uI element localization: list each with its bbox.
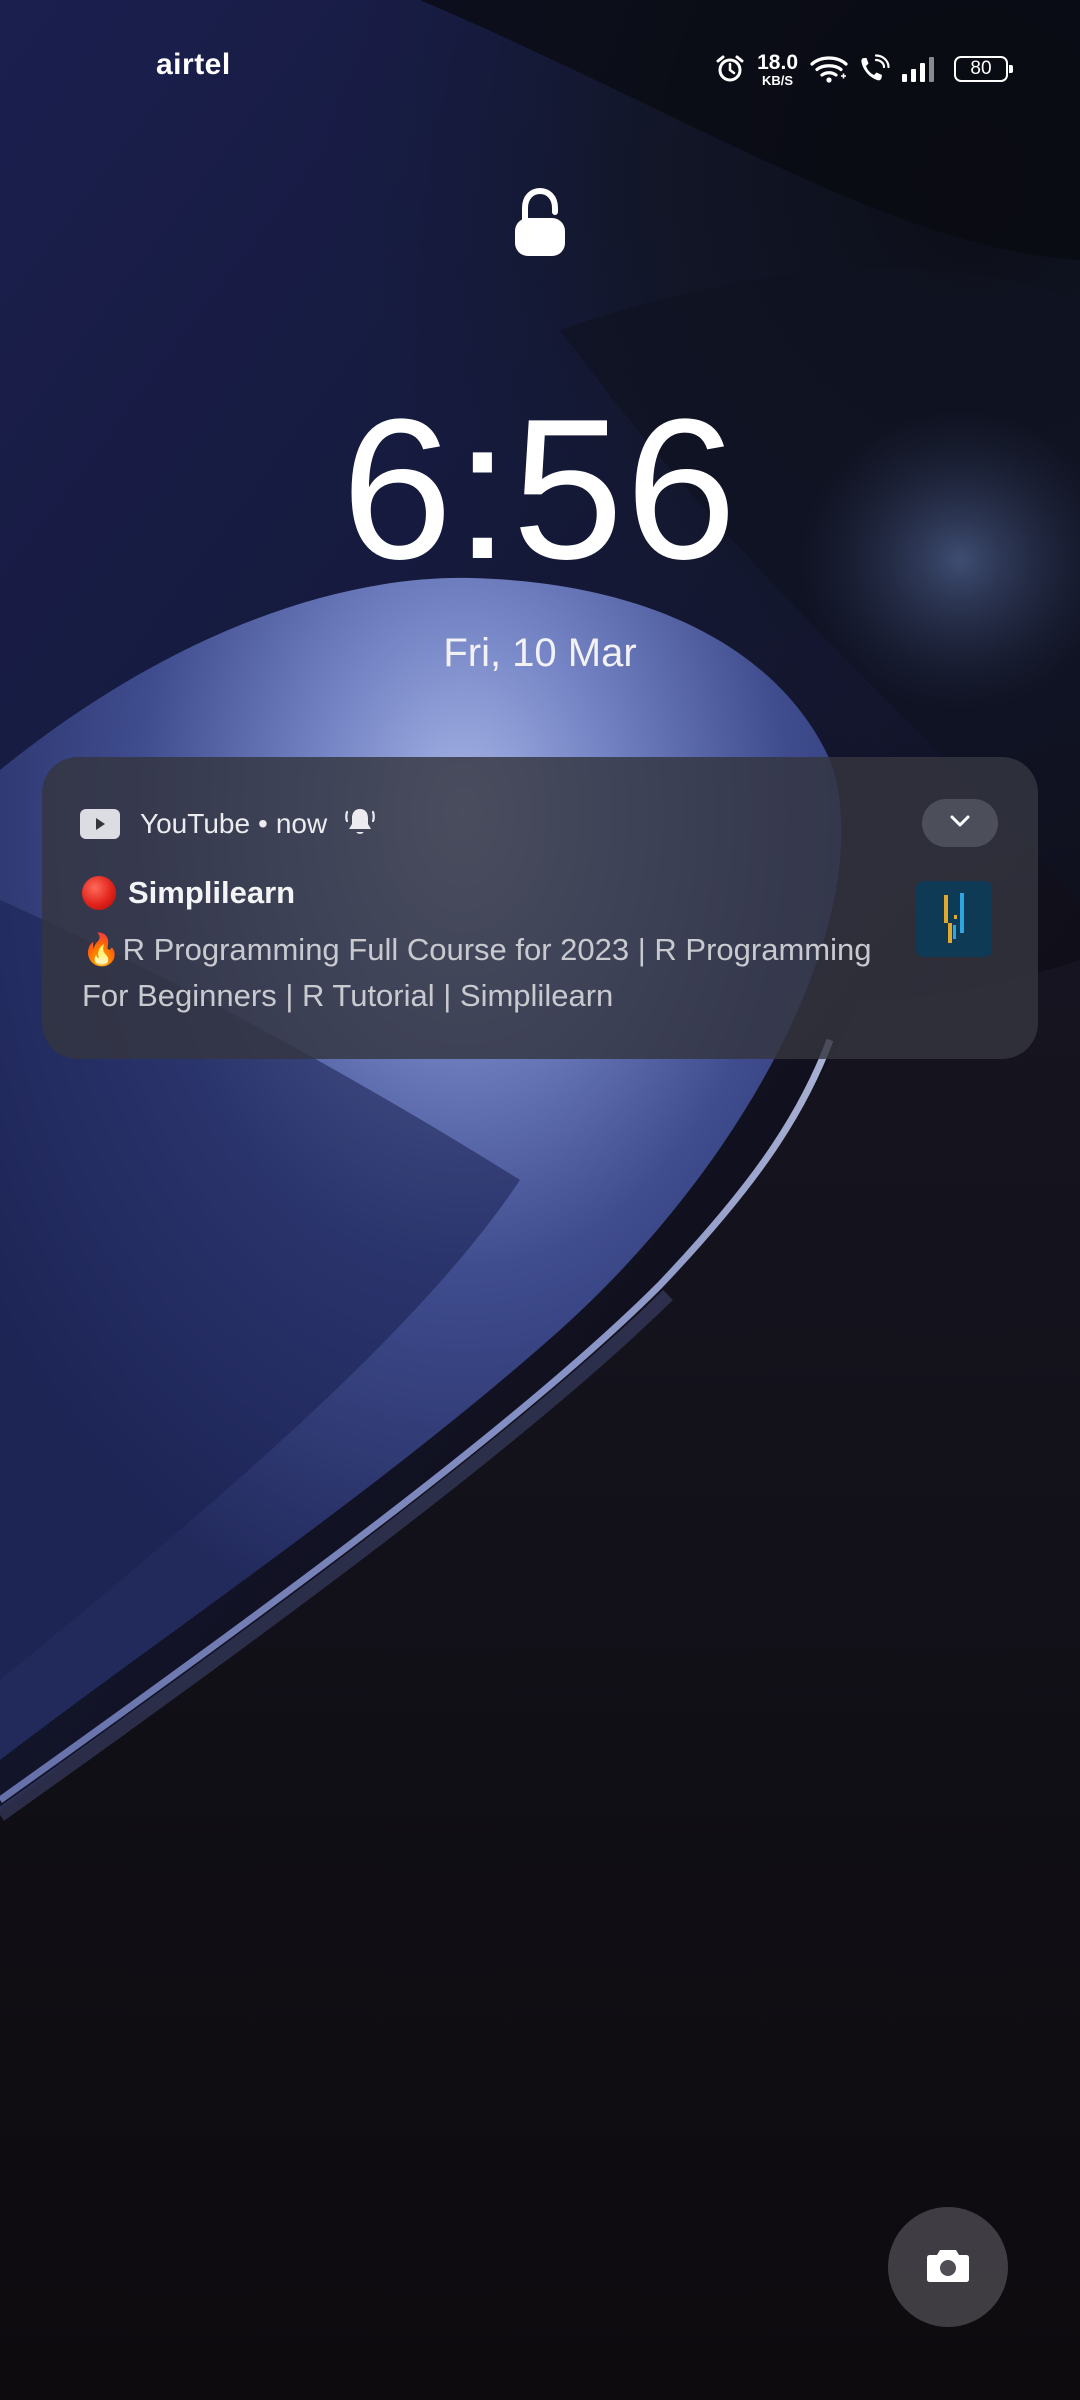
battery-icon: 80 [954, 56, 1013, 82]
chevron-down-icon [949, 814, 971, 833]
alarm-icon [715, 54, 745, 84]
notification-body-text: R Programming Full Course for 2023 | R P… [82, 932, 872, 1013]
notification-header: YouTube • now [80, 801, 377, 847]
notification-title-row: Simplilearn [82, 875, 295, 911]
youtube-notification[interactable]: YouTube • now Simplilearn 🔥R Programming… [42, 757, 1038, 1059]
red-circle-emoji [82, 876, 116, 910]
notification-body: 🔥R Programming Full Course for 2023 | R … [82, 927, 882, 1019]
youtube-icon [80, 809, 120, 839]
network-speed: 18.0 KB/S [757, 52, 798, 87]
carrier-name: airtel [156, 48, 231, 81]
lockscreen-clock: 6:56 [341, 378, 739, 601]
lockscreen-date: Fri, 10 Mar [443, 631, 637, 675]
wallpaper [0, 0, 1080, 2400]
wifi-calling-icon [858, 54, 890, 84]
notification-title: Simplilearn [128, 875, 296, 910]
bell-icon [343, 805, 377, 844]
network-speed-unit: KB/S [762, 72, 794, 88]
expand-notification-button[interactable] [922, 799, 998, 847]
notification-time: now [275, 808, 328, 839]
battery-level: 80 [970, 58, 992, 79]
camera-shortcut-button[interactable] [888, 2207, 1008, 2327]
notification-separator: • [258, 808, 268, 839]
network-speed-value: 18.0 [757, 50, 798, 74]
status-bar: airtel 18.0 KB/S 80 [0, 0, 1080, 140]
signal-icon [900, 54, 938, 84]
status-icons: 18.0 KB/S 80 [715, 46, 1013, 92]
padlock-unlocked-icon [510, 186, 570, 258]
notification-app-name: YouTube [140, 808, 251, 839]
camera-icon [925, 2246, 971, 2289]
fire-emoji: 🔥 [82, 932, 121, 967]
wifi-icon [810, 54, 848, 84]
video-thumbnail [916, 881, 992, 957]
